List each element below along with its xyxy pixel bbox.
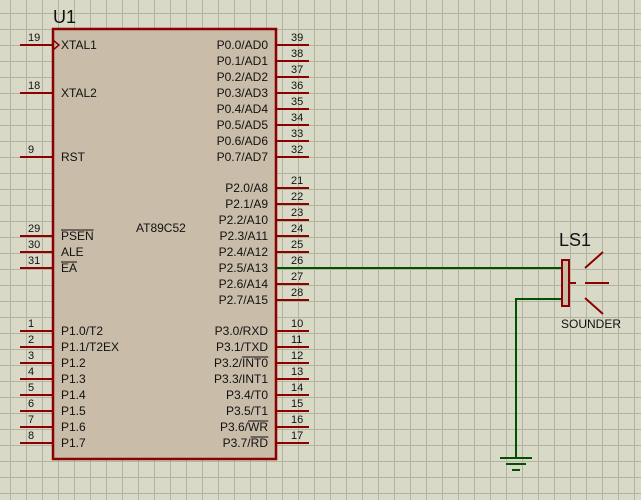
- pin-label: P0.2/AD2: [217, 70, 269, 84]
- pin-number: 34: [291, 112, 303, 124]
- pin-number: 28: [291, 287, 303, 299]
- pin-label: P0.4/AD4: [217, 102, 269, 116]
- pin-number: 36: [291, 80, 303, 92]
- pin-label: P3.3/INT1: [214, 372, 268, 386]
- schematic-canvas: U1 AT89C52 19 XTAL118 XTAL29 RST29 PSEN30 ALE…: [20, 7, 621, 471]
- pin-number: 23: [291, 207, 303, 219]
- pin-number: 4: [28, 366, 34, 378]
- pin-label: P3.2/INT0: [214, 356, 268, 370]
- pin-label: P0.6/AD6: [217, 134, 269, 148]
- pin-label: P2.3/A11: [220, 229, 269, 243]
- pin-number: 14: [291, 382, 303, 394]
- pin-number: 15: [291, 398, 303, 410]
- pin-number: 9: [28, 144, 34, 156]
- right-pin-group: 39 P0.0/AD0 38 P0.1/AD1 37 P0.2/AD2 36 P0.3/AD3…: [214, 32, 309, 450]
- pin-number: 30: [28, 239, 40, 251]
- pin-number: 27: [291, 271, 303, 283]
- pin-label: P2.7/A15: [219, 293, 269, 307]
- pin-label: P2.4/A12: [219, 245, 269, 259]
- pin-number: 5: [28, 382, 34, 394]
- ground-symbol[interactable]: [500, 457, 532, 471]
- pin-number: 11: [291, 334, 302, 346]
- pin-number: 19: [28, 32, 40, 44]
- pin-number: 7: [28, 414, 34, 426]
- pin-number: 25: [291, 239, 303, 251]
- pin-number: 12: [291, 350, 303, 362]
- pin-label: P0.0/AD0: [217, 38, 269, 52]
- ground-wire[interactable]: [515, 298, 561, 458]
- pin-label: P1.0/T2: [61, 324, 103, 338]
- pin-label: P3.0/RXD: [215, 324, 269, 338]
- pin-label: P3.5/T1: [226, 404, 268, 418]
- pin-label: P0.3/AD3: [217, 86, 269, 100]
- pin-number: 24: [291, 223, 303, 235]
- pin-label: P1.3: [61, 372, 86, 386]
- pin-number: 39: [291, 32, 303, 44]
- overbar-text: RD: [251, 436, 269, 450]
- sounder-body: [561, 259, 570, 307]
- pin-number: 26: [291, 255, 303, 267]
- pin-number: 38: [291, 48, 303, 60]
- pin-label: P2.1/A9: [225, 197, 268, 211]
- overbar-text: WR: [248, 420, 268, 434]
- sound-wave-icon: [584, 297, 604, 315]
- pin-label: P0.5/AD5: [217, 118, 269, 132]
- chip-part-name: AT89C52: [136, 221, 186, 235]
- pin-label: P1.7: [61, 436, 86, 450]
- pin-label: P2.0/A8: [225, 181, 268, 195]
- sounder-value: SOUNDER: [561, 317, 621, 331]
- pin-label: P0.1/AD1: [217, 54, 269, 68]
- pin-label: P2.5/A13: [219, 261, 269, 275]
- pin-number: 32: [291, 144, 303, 156]
- pin-label: P3.7/RD: [223, 436, 269, 450]
- sounder-reference: LS1: [559, 230, 591, 250]
- pin-number: 2: [28, 334, 34, 346]
- pin-label: ALE: [61, 245, 84, 259]
- overbar-text: INT0: [242, 356, 268, 370]
- pin-label: P2.6/A14: [219, 277, 269, 291]
- pin-label: P3.6/WR: [220, 420, 268, 434]
- pin-number: 21: [291, 175, 303, 187]
- chip-reference: U1: [53, 7, 76, 27]
- pin-number: 29: [28, 223, 40, 235]
- pin-number: 37: [291, 64, 303, 76]
- pin-label: PSEN: [61, 229, 94, 243]
- pin-label: P1.2: [61, 356, 86, 370]
- pin-label: P2.2/A10: [219, 213, 269, 227]
- pin-number: 10: [291, 318, 303, 330]
- pin-number: 8: [28, 430, 34, 442]
- pin-number: 17: [291, 430, 303, 442]
- pin-number: 13: [291, 366, 303, 378]
- sounder-component[interactable]: [561, 251, 609, 315]
- pin-number: 6: [28, 398, 34, 410]
- pin-number: 35: [291, 96, 303, 108]
- pin-number: 3: [28, 350, 34, 362]
- pin-label: XTAL2: [61, 86, 97, 100]
- pin-label: P1.6: [61, 420, 86, 434]
- pin-label: P1.1/T2EX: [61, 340, 119, 354]
- pin-number: 31: [28, 255, 40, 267]
- pin-number: 18: [28, 80, 40, 92]
- sound-wave-icon: [584, 251, 604, 269]
- pin-label: RST: [61, 150, 86, 164]
- pin-label: P3.1/TXD: [216, 340, 268, 354]
- pin-label: P1.4: [61, 388, 86, 402]
- pin-number: 16: [291, 414, 303, 426]
- pin-label: P1.5: [61, 404, 86, 418]
- pin-label: P0.7/AD7: [217, 150, 269, 164]
- pin-label: XTAL1: [61, 38, 97, 52]
- pin-number: 1: [28, 318, 34, 330]
- pin-number: 22: [291, 191, 303, 203]
- pin-label: P3.4/T0: [226, 388, 268, 402]
- pin-number: 33: [291, 128, 303, 140]
- pin-label: EA: [61, 261, 77, 275]
